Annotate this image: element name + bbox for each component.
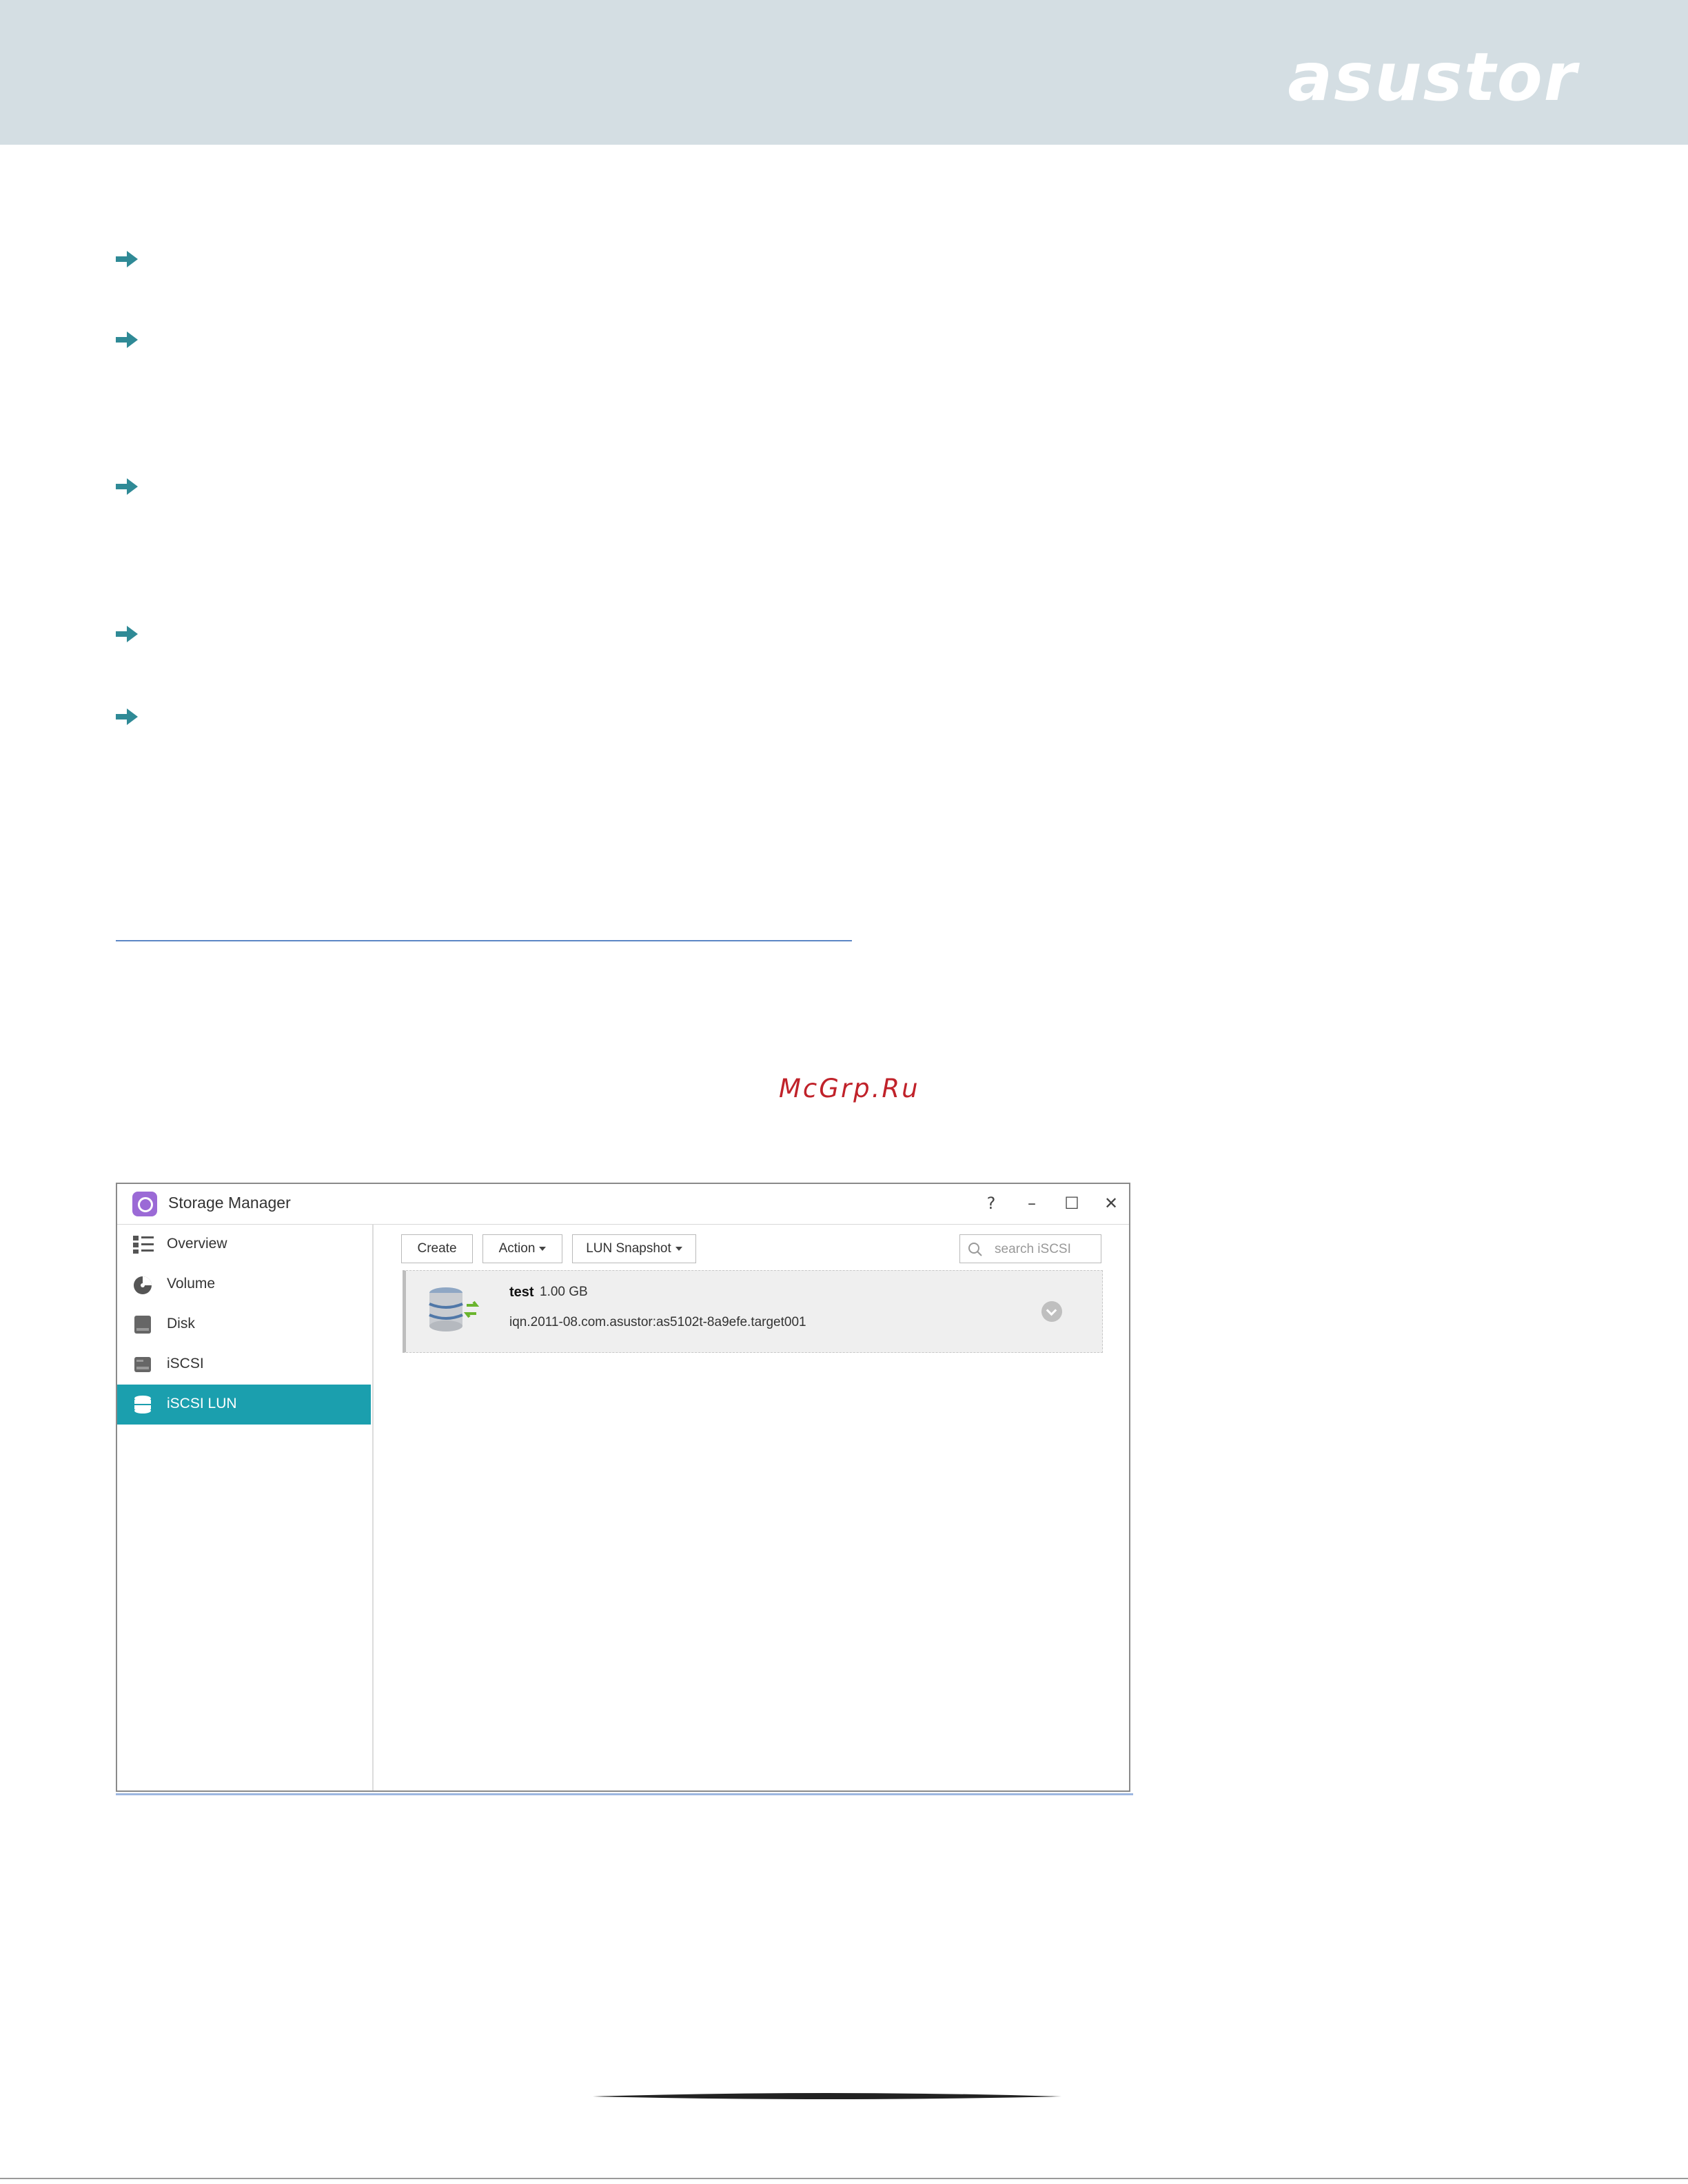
window-title: Storage Manager <box>168 1194 291 1212</box>
minimize-button[interactable]: – <box>1017 1190 1047 1217</box>
chevron-down-icon <box>539 1246 547 1251</box>
action-dropdown-label: Action <box>498 1241 536 1256</box>
lun-name: test <box>509 1285 534 1300</box>
footer-swoosh-icon <box>593 2093 1061 2099</box>
lun-database-icon <box>429 1287 480 1331</box>
disk-icon <box>134 1316 151 1334</box>
lun-snapshot-dropdown[interactable]: LUN Snapshot <box>572 1234 696 1263</box>
sidebar-item-disk[interactable]: Disk <box>117 1305 371 1345</box>
page-header-band: asustor <box>0 0 1688 145</box>
close-button[interactable]: ✕ <box>1096 1190 1126 1217</box>
iscsi-lun-icon <box>134 1396 151 1414</box>
sidebar-item-iscsi-lun[interactable]: iSCSI LUN <box>117 1385 371 1425</box>
watermark-text: McGrp.Ru <box>779 1074 920 1103</box>
iscsi-icon <box>134 1357 151 1372</box>
lun-list-item[interactable]: test 1.00 GB iqn.2011-08.com.asustor:as5… <box>403 1270 1103 1353</box>
sidebar-item-overview[interactable]: Overview <box>117 1225 371 1265</box>
lun-size: 1.00 GB <box>540 1285 588 1299</box>
page-bottom-rule <box>0 2178 1688 2179</box>
bullet-arrow-icon <box>116 707 139 726</box>
search-placeholder: search iSCSI <box>995 1242 1071 1256</box>
expand-chevron-icon[interactable] <box>1041 1301 1062 1322</box>
asustor-logo: asustor <box>1288 39 1578 116</box>
create-button[interactable]: Create <box>401 1234 473 1263</box>
search-icon <box>968 1243 982 1256</box>
maximize-button[interactable]: ☐ <box>1057 1190 1087 1217</box>
figure-underline <box>116 1793 1133 1795</box>
lun-snapshot-dropdown-label: LUN Snapshot <box>586 1241 671 1256</box>
sidebar-item-label: Disk <box>167 1316 195 1331</box>
bullet-arrow-icon <box>116 249 139 269</box>
main-content: Create Action LUN Snapshot search iSCSI … <box>374 1225 1129 1790</box>
sidebar-item-label: iSCSI LUN <box>167 1396 237 1411</box>
window-titlebar[interactable]: Storage Manager ? – ☐ ✕ <box>117 1184 1129 1225</box>
search-input[interactable]: search iSCSI <box>959 1234 1101 1263</box>
sidebar-item-label: Overview <box>167 1236 227 1252</box>
sidebar: Overview Volume Disk iSCSI iSCSI LUN <box>117 1225 374 1790</box>
volume-icon <box>134 1276 152 1294</box>
storage-manager-window: Storage Manager ? – ☐ ✕ Overview Volume <box>116 1183 1130 1792</box>
action-dropdown[interactable]: Action <box>482 1234 562 1263</box>
chevron-down-icon <box>675 1246 682 1251</box>
section-divider <box>116 940 852 941</box>
bullet-arrow-icon <box>116 624 139 644</box>
sidebar-item-label: Volume <box>167 1276 216 1292</box>
bullet-arrow-icon <box>116 330 139 349</box>
storage-manager-app-icon <box>132 1192 157 1216</box>
lun-iqn: iqn.2011-08.com.asustor:as5102t-8a9efe.t… <box>509 1315 806 1329</box>
sidebar-item-iscsi[interactable]: iSCSI <box>117 1345 371 1385</box>
sidebar-item-volume[interactable]: Volume <box>117 1265 371 1305</box>
bullet-arrow-icon <box>116 477 139 496</box>
overview-icon <box>133 1236 154 1254</box>
sidebar-item-label: iSCSI <box>167 1356 204 1371</box>
help-button[interactable]: ? <box>976 1190 1006 1217</box>
